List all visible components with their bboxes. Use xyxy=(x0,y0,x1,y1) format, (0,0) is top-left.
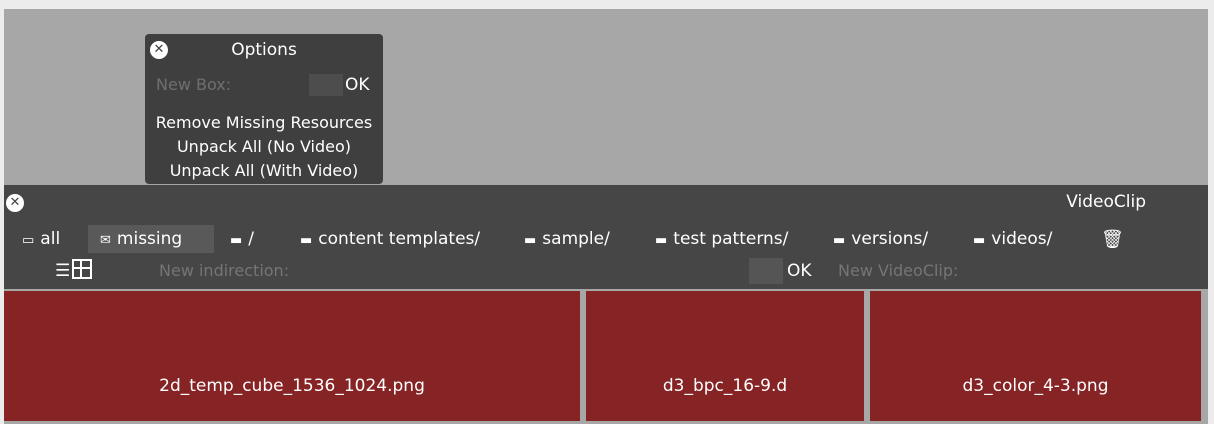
new-box-input[interactable] xyxy=(309,74,343,96)
tab-label: / xyxy=(248,229,255,249)
tab-videos[interactable]: ▬ videos/ xyxy=(967,225,1058,253)
clip-name: d3_bpc_16-9.d xyxy=(662,376,788,396)
close-icon[interactable]: ✕ xyxy=(6,194,24,212)
tab-versions[interactable]: ▬ versions/ xyxy=(827,225,934,253)
folder-icon: ▬ xyxy=(973,233,986,248)
tab-label: all xyxy=(40,229,61,249)
folder-icon: ▬ xyxy=(524,233,537,248)
new-indirection-ok-button[interactable]: OK xyxy=(787,261,812,281)
clip-tile[interactable]: d3_bpc_16-9.d xyxy=(586,291,864,421)
clip-tile[interactable]: 2d_temp_cube_1536_1024.png xyxy=(4,291,580,421)
missing-icon: ✉ xyxy=(100,233,111,248)
new-indirection-label: New indirection: xyxy=(159,261,290,280)
tab-label: missing xyxy=(116,229,183,249)
tab-label: videos/ xyxy=(991,229,1053,249)
folder-icon: ▬ xyxy=(300,233,313,248)
new-videoclip-label: New VideoClip: xyxy=(838,261,959,280)
tab-test-patterns[interactable]: ▬ test patterns/ xyxy=(649,225,794,253)
clip-name: d3_color_4-3.png xyxy=(962,376,1109,396)
list-view-icon[interactable]: ☰ xyxy=(55,261,70,281)
trash-icon[interactable]: 🗑 xyxy=(1101,229,1124,250)
new-box-ok-button[interactable]: OK xyxy=(345,75,370,95)
tab-content-templates[interactable]: ▬ content templates/ xyxy=(294,225,486,253)
folder-tabs: ▭ all ✉ missing ▬ / ▬ content templates/ ▬ sa… xyxy=(4,225,1208,255)
options-popup: ✕ Options New Box: OK Remove Missing Res… xyxy=(145,34,383,184)
remove-missing-resources-button[interactable]: Remove Missing Resources xyxy=(145,113,383,132)
panel-title: VideoClip xyxy=(1066,192,1146,212)
view-toggle: ☰ xyxy=(55,259,93,281)
tab-missing[interactable]: ✉ missing xyxy=(88,225,214,253)
tab-sample[interactable]: ▬ sample/ xyxy=(518,225,616,253)
tab-root[interactable]: ▬ / xyxy=(224,225,260,253)
new-box-label: New Box: xyxy=(156,75,232,94)
tab-label: content templates/ xyxy=(318,229,481,249)
tab-all[interactable]: ▭ all xyxy=(16,225,66,253)
tab-label: versions/ xyxy=(851,229,929,249)
tab-label: test patterns/ xyxy=(673,229,789,249)
videoclip-panel: ✕ VideoClip ▭ all ✉ missing ▬ / ▬ content te… xyxy=(4,185,1208,289)
unpack-all-no-video-button[interactable]: Unpack All (No Video) xyxy=(145,137,383,156)
tab-label: sample/ xyxy=(542,229,610,249)
unpack-all-with-video-button[interactable]: Unpack All (With Video) xyxy=(145,161,383,180)
drive-icon: ▭ xyxy=(22,233,35,248)
folder-icon: ▬ xyxy=(833,233,846,248)
folder-icon: ▬ xyxy=(655,233,668,248)
clip-tile[interactable]: d3_color_4-3.png xyxy=(870,291,1201,421)
clip-name: 2d_temp_cube_1536_1024.png xyxy=(159,376,425,396)
new-indirection-input[interactable] xyxy=(749,258,783,284)
folder-icon: ▬ xyxy=(230,233,243,248)
grid-view-icon[interactable] xyxy=(72,259,93,279)
options-title: Options xyxy=(231,40,297,60)
